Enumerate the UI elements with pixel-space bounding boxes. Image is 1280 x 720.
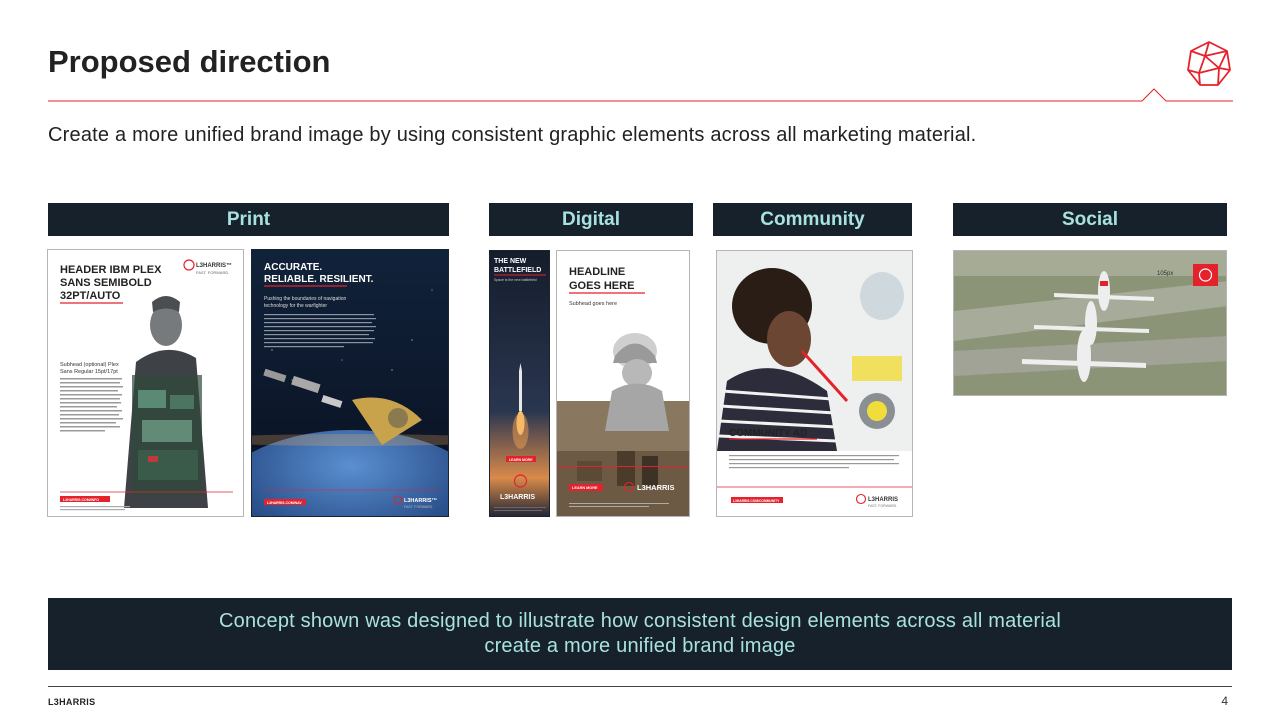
social-post-aircraft: 105px <box>953 250 1227 396</box>
digital2-header-1: HEADLINE <box>569 266 625 278</box>
globe-image <box>860 272 904 320</box>
print1-brand: L3HARRIS™ <box>196 262 232 269</box>
digital2-sub: Subhead goes here <box>569 301 617 307</box>
print2-subhead-1: Pushing the boundaries of navigation <box>264 296 347 302</box>
print2-brand: L3HARRIS™ <box>404 498 437 504</box>
category-digital: Digital <box>489 203 693 236</box>
social-size-label: 105px <box>1157 271 1173 277</box>
svg-text:LEARN MORE: LEARN MORE <box>572 486 598 490</box>
digital-ad-soldier: HEADLINE GOES HERE Subhead goes here LEA… <box>556 250 690 517</box>
page-subtitle: Create a more unified brand image by usi… <box>48 124 977 146</box>
print-ad-soldier: HEADER IBM PLEX SANS SEMIBOLD 32PT/AUTO … <box>47 249 244 517</box>
category-print: Print <box>48 203 449 236</box>
digital1-header-1: THE NEW <box>494 258 527 265</box>
svg-text:L3HARRIS.COM/INFO: L3HARRIS.COM/INFO <box>63 498 99 502</box>
page-title: Proposed direction <box>48 44 331 79</box>
concept-banner: Concept shown was designed to illustrate… <box>48 598 1232 670</box>
print2-tagline: FAST. FORWARD. <box>404 505 433 509</box>
digital1-header-2: BATTLEFIELD <box>494 267 541 274</box>
category-community: Community <box>713 203 912 236</box>
social-logo-badge <box>1193 264 1218 286</box>
community-brand: L3HARRIS <box>868 497 898 503</box>
title-underline <box>48 88 1233 102</box>
digital1-sub: Space is the new battlefield <box>494 278 537 282</box>
svg-text:L3HARRIS.COM/COMMUNITY: L3HARRIS.COM/COMMUNITY <box>733 499 780 503</box>
concept-line-2: create a more unified brand image <box>484 635 796 657</box>
svg-text:LEARN MORE: LEARN MORE <box>509 458 533 462</box>
print1-header-3: 32PT/AUTO <box>60 290 121 302</box>
digital2-header-2: GOES HERE <box>569 280 634 292</box>
digital1-brand: L3HARRIS <box>500 494 535 501</box>
concept-line-1: Concept shown was designed to illustrate… <box>219 610 1061 632</box>
digital-ad-skyscraper: THE NEW BATTLEFIELD Space is the new bat… <box>489 250 550 517</box>
community-ad: COMMUNITY AD Subhead goes here L3HARRIS.… <box>716 250 913 517</box>
print2-header-2: RELIABLE. RESILIENT. <box>264 274 374 285</box>
print1-header-2: SANS SEMIBOLD <box>60 277 152 289</box>
print1-tagline: FAST. FORWARD. <box>196 270 229 275</box>
digital2-brand: L3HARRIS <box>637 483 675 492</box>
category-social: Social <box>953 203 1227 236</box>
community-tagline: FAST. FORWARD. <box>868 504 897 508</box>
print2-header-1: ACCURATE. <box>264 262 322 273</box>
community-sub: Subhead goes here <box>729 446 773 452</box>
print1-subhead-1: Subhead (optional) Plex <box>60 362 119 368</box>
print-ad-space: ACCURATE. RELIABLE. RESILIENT. Pushing t… <box>251 249 449 517</box>
page-number: 4 <box>1221 694 1228 708</box>
community-header: COMMUNITY AD <box>729 428 807 439</box>
print2-body-text <box>264 314 376 348</box>
print2-subhead-2: technology for the warfighter <box>264 303 327 309</box>
l3harris-logo-icon <box>1187 41 1231 86</box>
footer-brand: L3HARRIS <box>48 697 96 707</box>
svg-text:L3HARRIS.COM/NAV: L3HARRIS.COM/NAV <box>267 501 302 505</box>
print1-header-1: HEADER IBM PLEX <box>60 264 162 276</box>
print1-subhead-2: Sans Regular 15pt/17pt <box>60 369 118 375</box>
footer-divider <box>48 686 1232 687</box>
